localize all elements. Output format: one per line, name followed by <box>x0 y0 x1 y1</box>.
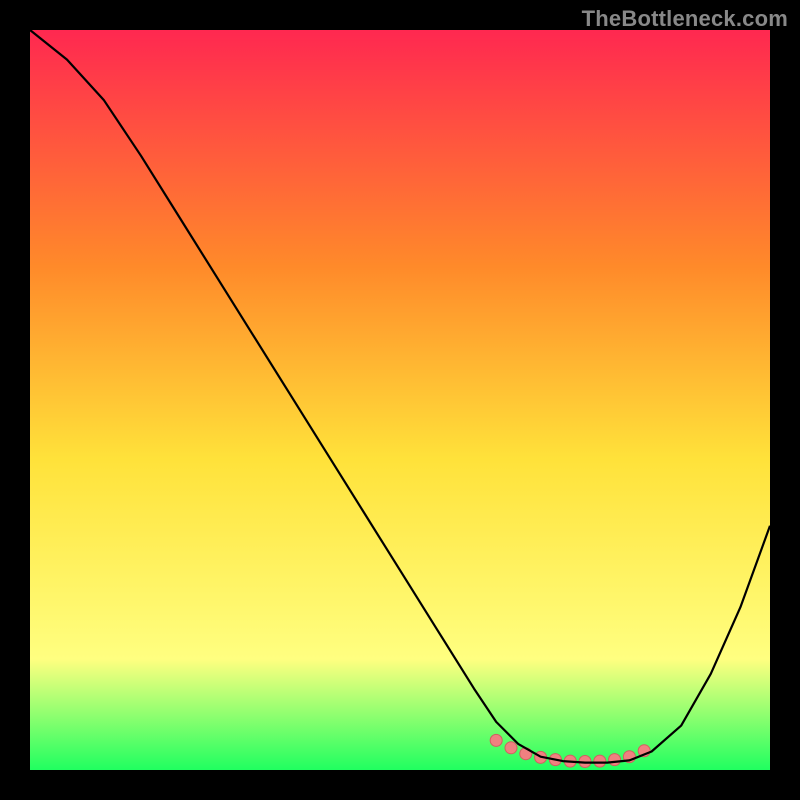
marker-point <box>609 754 621 766</box>
chart-frame: { "watermark": "TheBottleneck.com", "col… <box>0 0 800 800</box>
plot-background <box>30 30 770 770</box>
marker-point <box>594 755 606 767</box>
bottleneck-chart <box>0 0 800 800</box>
marker-point <box>490 734 502 746</box>
marker-point <box>505 742 517 754</box>
